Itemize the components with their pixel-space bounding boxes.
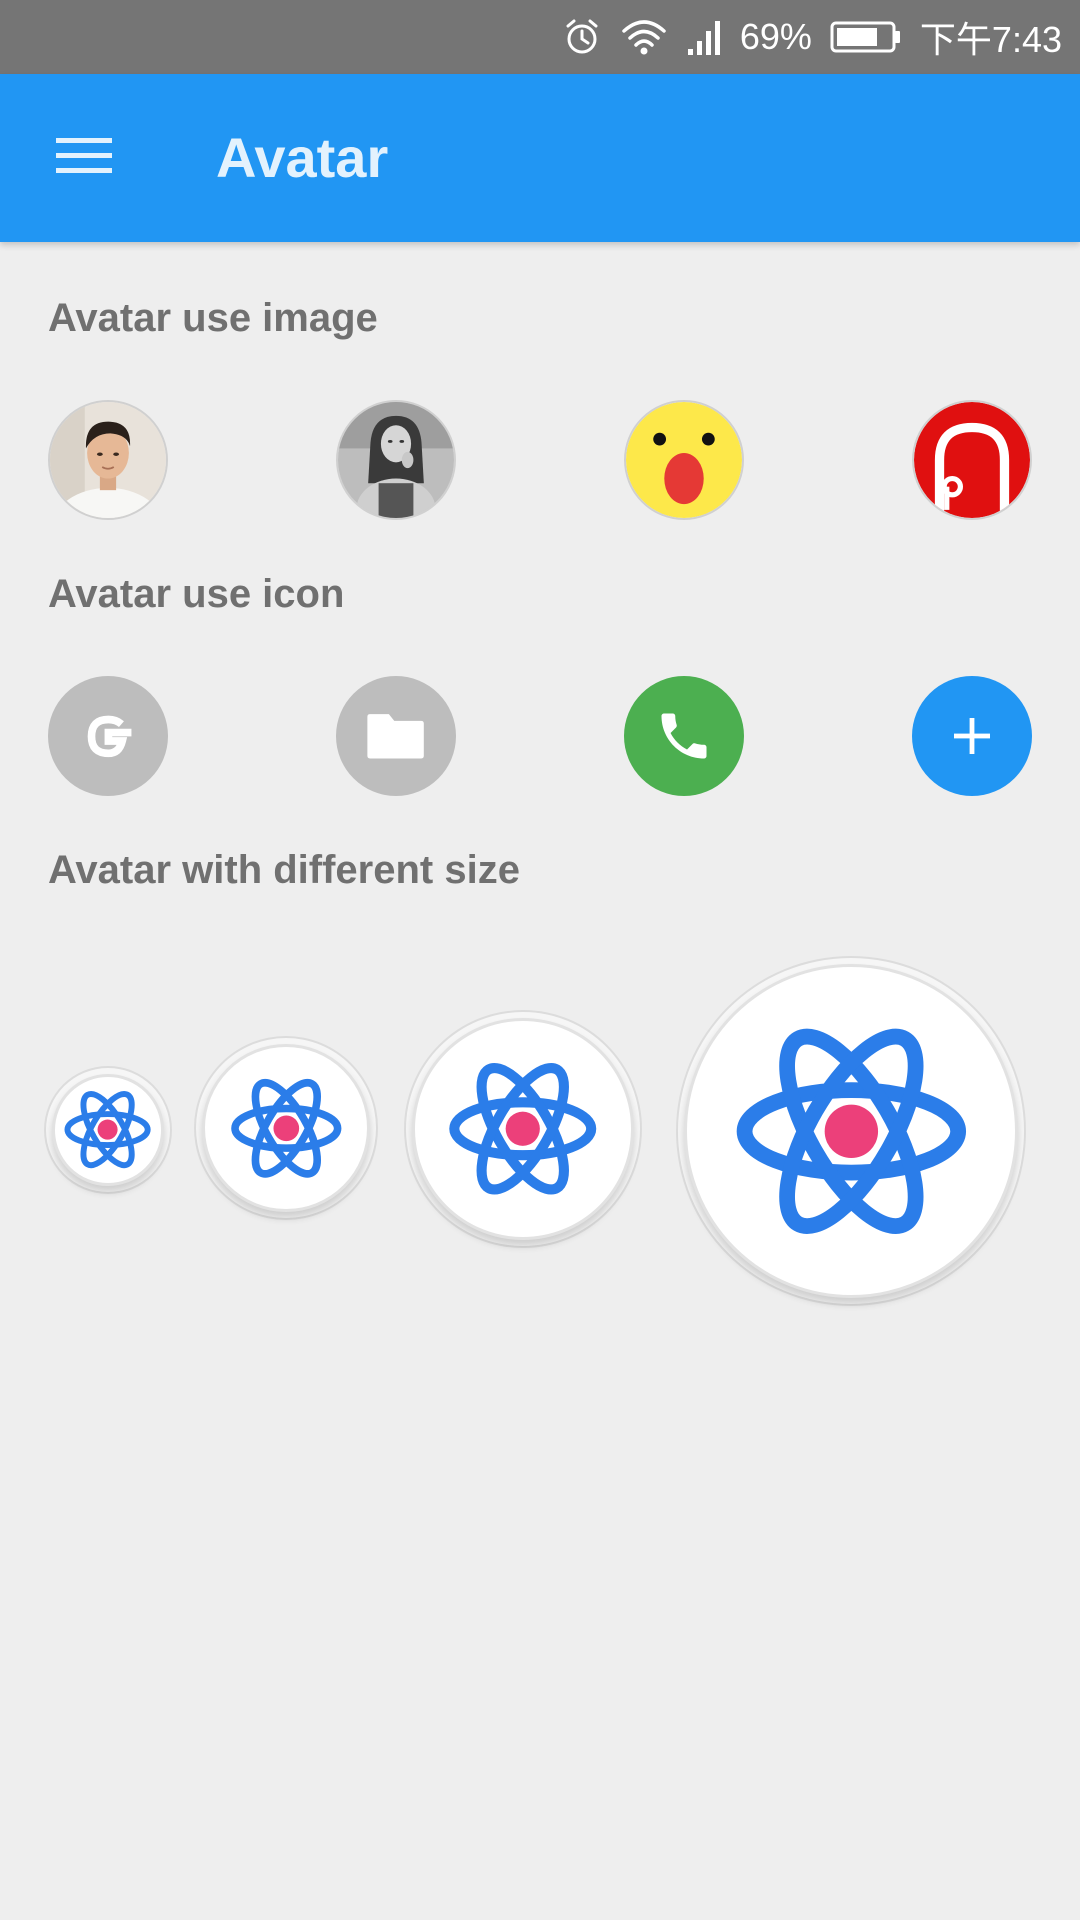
atom-logo-icon — [730, 1010, 973, 1253]
hamburger-menu-icon — [56, 136, 112, 181]
surprised-emoji — [626, 402, 742, 518]
avatar-size-small[interactable] — [52, 1074, 164, 1186]
section-title-size: Avatar with different size — [48, 848, 520, 892]
page-title: Avatar — [216, 126, 389, 189]
battery-icon — [830, 19, 902, 55]
menu-button[interactable] — [30, 108, 138, 208]
red-p-logo — [914, 402, 1030, 518]
avatar-image-woman[interactable] — [336, 400, 456, 520]
avatar-image-man[interactable] — [48, 400, 168, 520]
phone-icon — [661, 713, 707, 759]
app-bar: Avatar — [0, 74, 1080, 242]
section-title-icon: Avatar use icon — [48, 572, 345, 616]
avatar-icon-google[interactable] — [48, 676, 168, 796]
woman-portrait-photo — [338, 402, 454, 518]
avatar-icon-phone[interactable] — [624, 676, 744, 796]
wifi-icon — [620, 17, 668, 57]
man-portrait-photo — [50, 402, 166, 518]
alarm-icon — [562, 17, 602, 57]
avatar-image-logo[interactable] — [912, 400, 1032, 520]
atom-logo-icon — [228, 1070, 345, 1187]
avatar-image-emoji[interactable] — [624, 400, 744, 520]
atom-logo-icon — [62, 1084, 153, 1175]
clock: 下午7:43 — [919, 19, 1062, 60]
avatar-icon-folder[interactable] — [336, 676, 456, 796]
folder-icon — [367, 714, 425, 759]
status-bar: 69% 下午7:43 — [0, 0, 1080, 74]
avatar-size-xlarge[interactable] — [684, 964, 1018, 1298]
google-g-icon — [87, 715, 132, 757]
avatar-size-large[interactable] — [412, 1018, 634, 1240]
battery-percent: 69% — [739, 16, 812, 57]
avatar-size-medium[interactable] — [202, 1044, 370, 1212]
avatar-icon-add[interactable] — [912, 676, 1032, 796]
atom-logo-icon — [445, 1051, 601, 1207]
section-title-image: Avatar use image — [48, 296, 378, 340]
signal-icon — [686, 17, 722, 57]
plus-icon — [954, 718, 990, 754]
